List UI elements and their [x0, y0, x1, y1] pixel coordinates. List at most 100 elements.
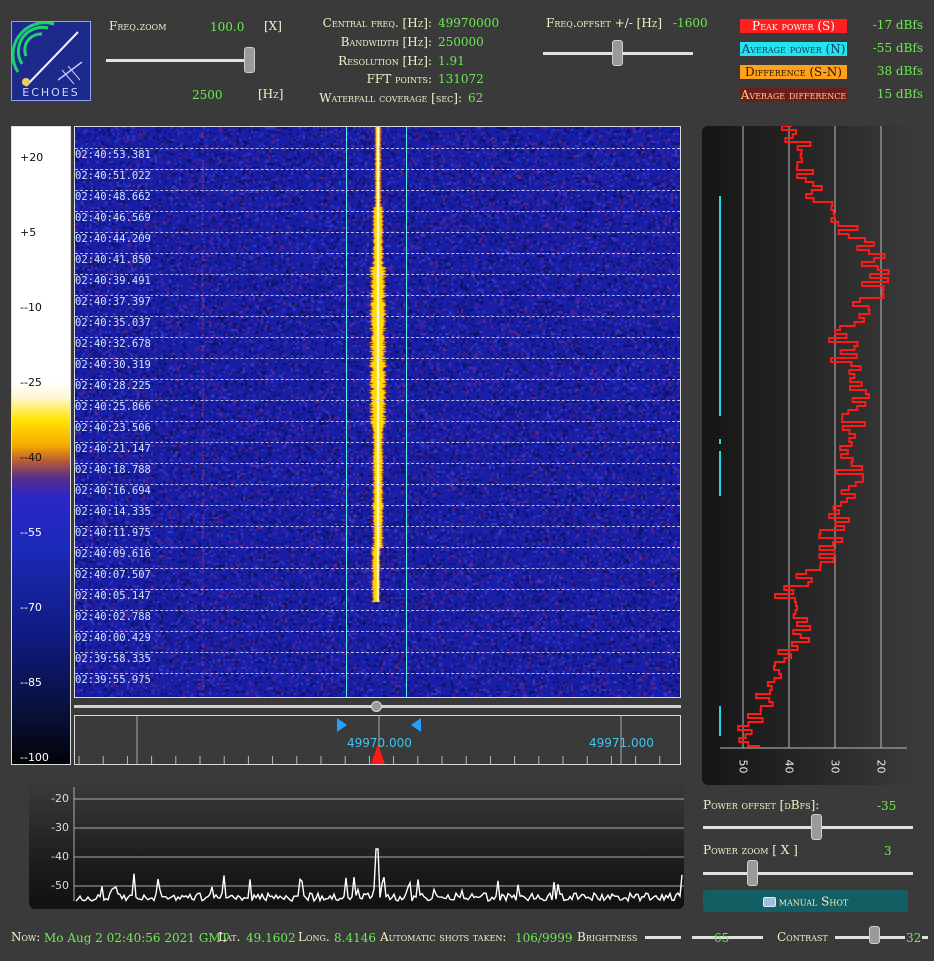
- legend-badge-0: Peak power (S): [740, 19, 847, 33]
- waterfall-gridline: [75, 337, 680, 338]
- band-left-arrow-icon[interactable]: [337, 718, 347, 732]
- legend-value-0: -17 dBfs: [872, 18, 923, 32]
- waterfall-gridline: [75, 505, 680, 506]
- waterfall-timestamp: 02:39:58.335: [75, 653, 151, 665]
- span-unit: [Hz]: [258, 87, 284, 101]
- power-offset-slider-thumb[interactable]: [811, 814, 822, 840]
- waterfall-timestamp: 02:40:48.662: [75, 191, 151, 203]
- brightness-slider-track[interactable]: [645, 936, 763, 939]
- lat-value: 49.1602: [246, 931, 296, 945]
- waterfall-gridline: [75, 442, 680, 443]
- waterfall-gridline: [75, 253, 680, 254]
- waterfall-timestamp: 02:40:37.397: [75, 296, 151, 308]
- waterfall-timestamp: 02:40:11.975: [75, 527, 151, 539]
- freq-zoom-value: 100.0: [210, 20, 245, 34]
- waterfall-timestamp: 02:40:51.022: [75, 170, 151, 182]
- waterfall-timestamp: 02:40:53.381: [75, 149, 151, 161]
- power-zoom-slider-track[interactable]: [703, 872, 913, 875]
- waterfall-gridline: [75, 610, 680, 611]
- power-history-plot: 50 40 30 20: [702, 126, 914, 785]
- power-offset-label: Power offset [dBfs]:: [703, 798, 820, 812]
- scale-label: --100: [20, 751, 49, 764]
- waterfall-timestamp: 02:40:07.507: [75, 569, 151, 581]
- waterfall-gridline: [75, 274, 680, 275]
- legend-value-3: 15 dBfs: [876, 87, 923, 101]
- waterfall-gridline: [75, 148, 680, 149]
- band-marker-left: [346, 127, 347, 697]
- center-freq-marker: [371, 744, 385, 764]
- waterfall-timestamp: 02:40:18.788: [75, 464, 151, 476]
- waterfall-timestamp: 02:40:41.850: [75, 254, 151, 266]
- manual-shot-button[interactable]: manual Shot: [703, 890, 908, 912]
- waterfall-gridline: [75, 211, 680, 212]
- resolution-label: Resolution [Hz]:: [338, 54, 432, 68]
- waterfall-gridline: [75, 190, 680, 191]
- waterfall-timestamp: 02:40:05.147: [75, 590, 151, 602]
- legend-value-1: -55 dBfs: [872, 41, 923, 55]
- lat-label: Lat.: [218, 930, 241, 944]
- legend-badge-1: Average power (N): [740, 42, 847, 56]
- freq-zoom-slider-thumb[interactable]: [244, 47, 255, 73]
- waterfall-gridline: [75, 421, 680, 422]
- waterfall-gridline: [75, 295, 680, 296]
- freq-offset-slider-thumb[interactable]: [612, 40, 623, 66]
- contrast-value: 32: [905, 931, 923, 945]
- waterfall-timestamp: 02:40:23.506: [75, 422, 151, 434]
- waterfall-timestamp: 02:40:16.694: [75, 485, 151, 497]
- waterfall-gridline: [75, 652, 680, 653]
- scale-label: --10: [20, 301, 42, 314]
- fft-points-value: 131072: [438, 72, 484, 86]
- waterfall-gridline: [75, 316, 680, 317]
- power-zoom-slider-thumb[interactable]: [747, 860, 758, 886]
- band-right-arrow-icon[interactable]: [411, 718, 421, 732]
- waterfall-timestamp: 02:40:44.209: [75, 233, 151, 245]
- power-zoom-label: Power zoom [ X ]: [703, 843, 798, 857]
- spectrum-chart: [73, 787, 684, 903]
- contrast-slider-thumb[interactable]: [869, 926, 880, 944]
- brightness-slider-thumb[interactable]: [681, 928, 692, 946]
- echoes-logo: ECHOES: [11, 21, 91, 101]
- power-offset-slider-track[interactable]: [703, 826, 913, 829]
- waterfall-coverage-label: Waterfall coverage [sec]:: [319, 91, 462, 105]
- bandwidth-label: Bandwidth [Hz]:: [340, 35, 432, 49]
- waterfall-gridline: [75, 169, 680, 170]
- waterfall-gridline: [75, 379, 680, 380]
- waterfall-gridline: [75, 673, 680, 674]
- power-history-chart: [719, 126, 907, 749]
- waterfall-gridline: [75, 232, 680, 233]
- legend-badge-3: Average difference: [740, 88, 847, 102]
- shots-label: Automatic shots taken:: [380, 930, 507, 944]
- waterfall-scrollbar-thumb[interactable]: [371, 701, 382, 712]
- waterfall-gridline: [75, 568, 680, 569]
- freq-zoom-unit: [X]: [264, 19, 282, 33]
- spectrum-axis-label: -40: [51, 850, 69, 863]
- resolution-value: 1.91: [438, 54, 465, 68]
- spectrum-axis-label: -30: [51, 821, 69, 834]
- scale-label: --40: [20, 451, 42, 464]
- fft-points-label: FFT points:: [366, 72, 432, 86]
- scale-label: --55: [20, 526, 42, 539]
- freq-offset-value: -1600: [673, 16, 708, 30]
- waterfall-display[interactable]: 02:40:53.381 02:40:51.022 02:40:48.662 02:4…: [74, 126, 681, 698]
- power-zoom-value: 3: [884, 844, 892, 858]
- waterfall-gridline: [75, 526, 680, 527]
- long-value: 8.4146: [334, 931, 376, 945]
- waterfall-gridline: [75, 547, 680, 548]
- now-label: Now:: [11, 930, 41, 944]
- waterfall-gridline: [75, 631, 680, 632]
- waterfall-timestamp: 02:40:28.225: [75, 380, 151, 392]
- freq-zoom-slider-track[interactable]: [106, 59, 254, 62]
- waterfall-timestamp: 02:40:14.335: [75, 506, 151, 518]
- scale-label: --25: [20, 376, 42, 389]
- span-value: 2500: [192, 88, 223, 102]
- waterfall-canvas: [75, 127, 680, 697]
- scale-label: +5: [20, 226, 37, 239]
- waterfall-timestamp: 02:40:09.616: [75, 548, 151, 560]
- manual-shot-label: manual Shot: [778, 894, 849, 909]
- camera-icon: [762, 896, 776, 907]
- freq-zoom-label: Freq.zoom: [109, 19, 167, 33]
- peak-power-trace: [737, 126, 890, 747]
- freq-axis-right-label: 49971.000: [589, 736, 654, 750]
- scale-label: +20: [20, 151, 44, 164]
- waterfall-timestamp: 02:40:00.429: [75, 632, 151, 644]
